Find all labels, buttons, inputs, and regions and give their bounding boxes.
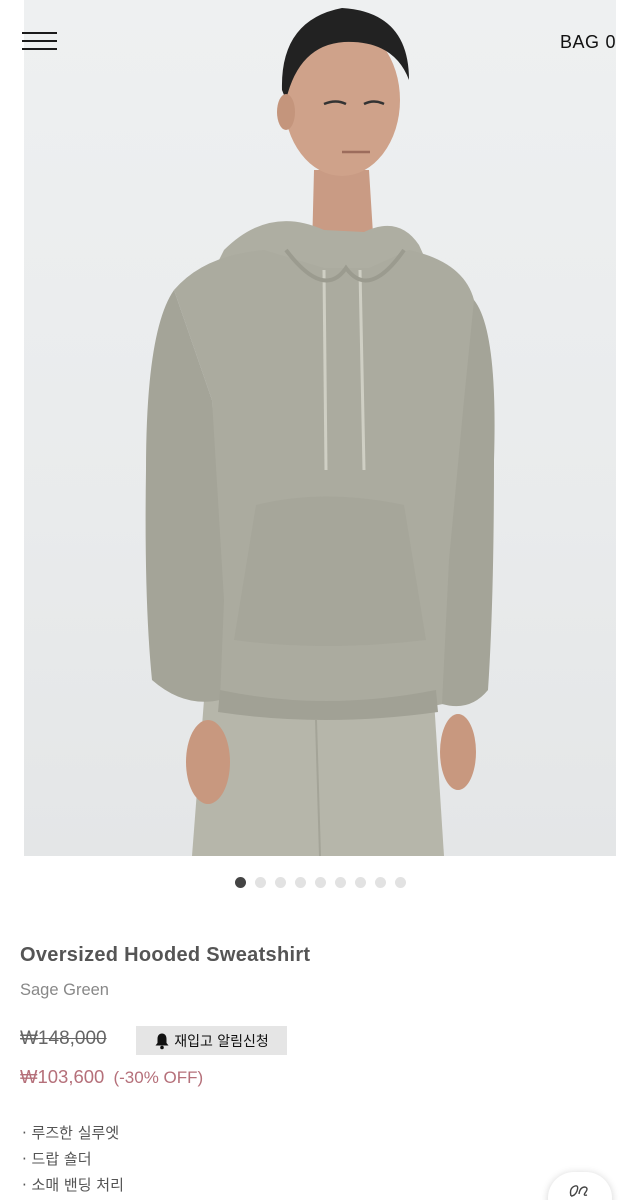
sale-price-row: ₩103,600 (-30% OFF) bbox=[20, 1066, 203, 1088]
gallery-dot-4[interactable] bbox=[294, 877, 306, 888]
feature-list: 루즈한 실루엣 드랍 숄더 소매 밴딩 처리 bbox=[22, 1120, 124, 1198]
gallery-dot-2[interactable] bbox=[254, 877, 266, 888]
chat-icon bbox=[569, 1185, 588, 1197]
bag-label: BAG bbox=[559, 32, 600, 52]
gallery-dot-1[interactable] bbox=[234, 877, 246, 888]
hamburger-icon-bar bbox=[22, 32, 57, 34]
gallery-dot-6[interactable] bbox=[334, 877, 346, 888]
original-price: ₩148,000 bbox=[20, 1028, 107, 1049]
bell-icon bbox=[155, 1033, 169, 1049]
product-color: Sage Green bbox=[20, 981, 109, 999]
restock-alert-button[interactable]: 재입고 알림신청 bbox=[136, 1026, 287, 1055]
product-image[interactable] bbox=[24, 0, 616, 856]
gallery-dot-5[interactable] bbox=[314, 877, 326, 888]
bag-count: 0 bbox=[605, 32, 616, 52]
feature-item: 소매 밴딩 처리 bbox=[22, 1172, 124, 1198]
sale-price: ₩103,600 bbox=[20, 1066, 105, 1087]
restock-alert-label: 재입고 알림신청 bbox=[174, 1033, 269, 1050]
gallery-dot-8[interactable] bbox=[374, 877, 386, 888]
discount-badge: (-30% OFF) bbox=[113, 1068, 204, 1087]
header: BAG 0 bbox=[0, 0, 640, 84]
bag-button[interactable]: BAG 0 bbox=[560, 32, 616, 53]
hamburger-icon-bar bbox=[22, 40, 57, 42]
gallery-pagination bbox=[0, 877, 640, 888]
chat-button[interactable] bbox=[548, 1172, 612, 1200]
hamburger-menu-button[interactable] bbox=[22, 30, 58, 52]
gallery-dot-3[interactable] bbox=[274, 877, 286, 888]
product-name: Oversized Hooded Sweatshirt bbox=[20, 944, 311, 966]
product-photo-illustration bbox=[145, 8, 495, 856]
feature-item: 드랍 숄더 bbox=[22, 1146, 124, 1172]
hamburger-icon-bar bbox=[22, 48, 57, 50]
feature-item: 루즈한 실루엣 bbox=[22, 1120, 124, 1146]
gallery-dot-9[interactable] bbox=[394, 877, 406, 888]
gallery-dot-7[interactable] bbox=[354, 877, 366, 888]
